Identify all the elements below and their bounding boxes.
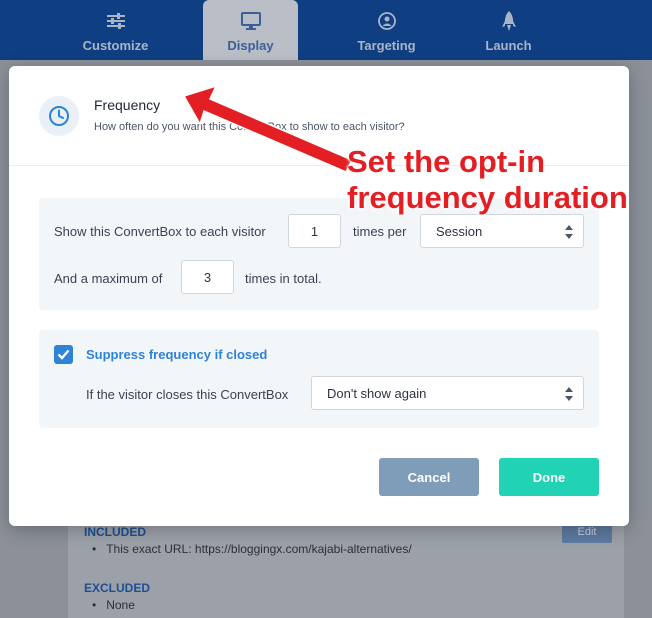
- done-button[interactable]: Done: [499, 458, 599, 496]
- included-url-item: This exact URL: https://bloggingx.com/ka…: [92, 542, 411, 556]
- suppress-checkbox[interactable]: [54, 345, 73, 364]
- show-to-visitor-label: Show this ConvertBox to each visitor: [54, 224, 266, 239]
- suppress-panel: Suppress frequency if closed If the visi…: [39, 330, 599, 428]
- cancel-button[interactable]: Cancel: [379, 458, 479, 496]
- tab-label: Targeting: [357, 38, 416, 53]
- annotation-line-1: Set the opt-in: [347, 144, 546, 179]
- maximum-label: And a maximum of: [54, 271, 163, 286]
- tab-display[interactable]: Display: [203, 0, 298, 60]
- excluded-item: None: [92, 598, 135, 612]
- frequency-modal: Frequency How often do you want this Con…: [9, 66, 629, 526]
- included-label: INCLUDED: [84, 525, 146, 539]
- tab-launch[interactable]: Launch: [461, 0, 556, 60]
- period-select[interactable]: Session: [420, 214, 584, 248]
- modal-subtitle: How often do you want this ConvertBox to…: [94, 121, 405, 133]
- times-per-input[interactable]: 1: [288, 214, 341, 248]
- clock-icon: [39, 96, 79, 136]
- annotation-text: Set the opt-in frequency duration: [347, 144, 628, 216]
- tab-targeting[interactable]: Targeting: [339, 0, 434, 60]
- close-behavior-value: Don't show again: [327, 385, 427, 401]
- top-navigation: Customize Display Targeting Launch: [0, 0, 652, 60]
- tab-label: Display: [227, 38, 274, 53]
- maximum-input[interactable]: 3: [181, 260, 234, 294]
- close-behavior-select[interactable]: Don't show again: [311, 376, 584, 410]
- rocket-icon: [498, 10, 520, 32]
- period-select-value: Session: [436, 223, 483, 239]
- suppress-label[interactable]: Suppress frequency if closed: [86, 347, 267, 362]
- select-arrows-icon: [565, 225, 573, 239]
- modal-title: Frequency: [94, 97, 161, 113]
- excluded-label: EXCLUDED: [84, 581, 151, 595]
- sliders-icon: [105, 10, 127, 32]
- tab-label: Launch: [485, 38, 532, 53]
- times-per-label: times per: [353, 224, 407, 239]
- select-arrows-icon: [565, 387, 573, 401]
- annotation-line-2: frequency duration: [347, 180, 628, 215]
- times-total-label: times in total.: [245, 271, 322, 286]
- tab-label: Customize: [82, 38, 149, 53]
- visitor-closes-label: If the visitor closes this ConvertBox: [86, 387, 289, 402]
- tab-customize[interactable]: Customize: [68, 0, 163, 60]
- monitor-icon: [240, 10, 262, 32]
- target-icon: [376, 10, 398, 32]
- checkmark-icon: [57, 349, 70, 360]
- targeting-summary-panel: [68, 510, 624, 618]
